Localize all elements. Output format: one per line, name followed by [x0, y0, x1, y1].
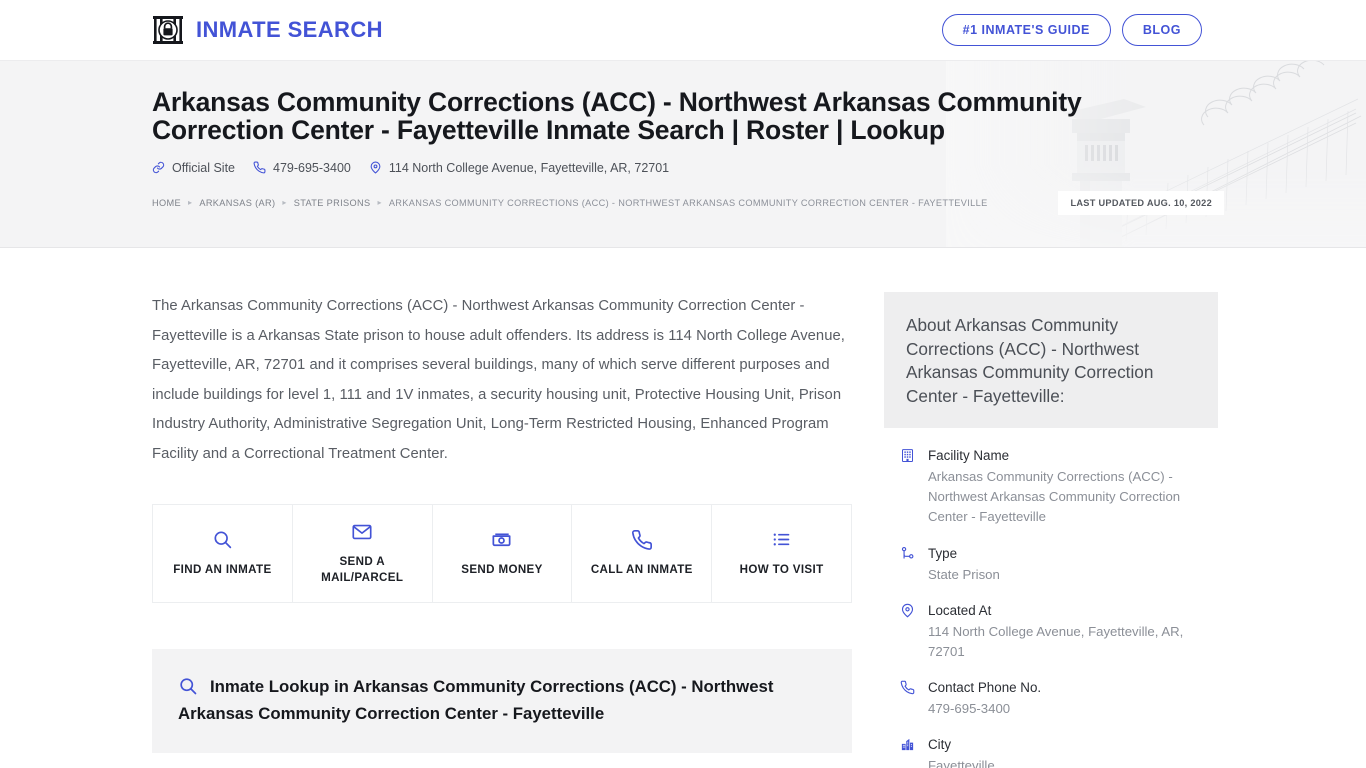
fact-value: 479-695-3400	[928, 701, 1011, 717]
fact-label: Type	[928, 545, 958, 561]
fact-body: Type State Prison	[928, 544, 1000, 585]
call-an-inmate-label: CALL AN INMATE	[590, 562, 693, 576]
breadcrumb-item-home[interactable]: HOME	[152, 198, 181, 208]
facility-intro-paragraph: The Arkansas Community Corrections (ACC)…	[152, 298, 845, 462]
main-column: The Arkansas Community Corrections (ACC)…	[152, 248, 852, 753]
location-pin-icon	[370, 161, 381, 174]
breadcrumb-item-current: ARKANSAS COMMUNITY CORRECTIONS (ACC) - N…	[388, 197, 988, 208]
fact-body: Facility Name Arkansas Community Correct…	[928, 446, 1204, 527]
send-mail-parcel-action[interactable]: SEND A MAIL/PARCEL	[293, 504, 433, 602]
send-mail-parcel-label: SEND A MAIL/PARCEL	[321, 554, 404, 584]
facility-facts-list: Facility Name Arkansas Community Correct…	[884, 428, 1218, 768]
find-an-inmate-action[interactable]: FIND AN INMATE	[153, 504, 293, 602]
list-icon	[771, 529, 792, 551]
about-facility-card: About Arkansas Community Corrections (AC…	[884, 292, 1218, 768]
how-to-visit-action[interactable]: HOW TO VISIT	[712, 505, 851, 602]
facility-building-icon	[898, 446, 916, 527]
blog-button[interactable]: BLOG	[1121, 13, 1202, 47]
fact-body: Contact Phone No. 479-695-3400	[928, 678, 1041, 719]
sidebar-column: About Arkansas Community Corrections (AC…	[884, 248, 1218, 768]
fact-value: State Prison	[928, 566, 1000, 582]
inmate-lookup-panel: Inmate Lookup in Arkansas Community Corr…	[152, 648, 852, 753]
search-icon	[212, 529, 233, 551]
breadcrumb-separator: ▸	[282, 198, 287, 208]
breadcrumb-item-state[interactable]: ARKANSAS (AR)	[199, 198, 275, 208]
inmate-lookup-heading: Inmate Lookup in Arkansas Community Corr…	[178, 673, 826, 727]
prison-bars-padlock-icon	[153, 16, 183, 44]
hero-phone-label: 479-695-3400	[273, 160, 351, 175]
fact-body: City Fayetteville	[928, 735, 995, 768]
fact-label: Contact Phone No.	[928, 679, 1042, 695]
search-icon	[180, 677, 197, 694]
about-facility-title: About Arkansas Community Corrections (AC…	[884, 292, 1218, 429]
fact-label: Located At	[928, 602, 992, 618]
hero-address-link[interactable]: 114 North College Avenue, Fayetteville, …	[369, 161, 669, 175]
fact-facility-name: Facility Name Arkansas Community Correct…	[898, 446, 1204, 527]
envelope-icon	[351, 521, 373, 543]
phone-icon	[898, 678, 916, 719]
how-to-visit-label: HOW TO VISIT	[739, 562, 824, 576]
org-branch-icon	[898, 544, 916, 585]
fact-located-at: Located At 114 North College Avenue, Fay…	[898, 601, 1204, 662]
breadcrumb-item-category[interactable]: STATE PRISONS	[294, 198, 371, 208]
brand-name: INMATE SEARCH	[196, 17, 383, 42]
quick-actions-bar: FIND AN INMATE SEND A MAIL/PARCEL SEND M…	[152, 503, 852, 603]
fact-label: Facility Name	[928, 448, 1010, 464]
send-money-action[interactable]: SEND MONEY	[433, 504, 573, 602]
inmate-lookup-heading-text: Inmate Lookup in Arkansas Community Corr…	[178, 676, 774, 723]
location-pin-icon	[898, 601, 916, 662]
phone-icon	[253, 161, 266, 174]
hero-meta-bar: Official Site 479-695-3400 114 North Col…	[152, 161, 1214, 175]
hero-address-label: 114 North College Avenue, Fayetteville, …	[388, 160, 670, 175]
call-an-inmate-action[interactable]: CALL AN INMATE	[572, 504, 713, 602]
find-an-inmate-label: FIND AN INMATE	[173, 562, 272, 576]
brand-logo-link[interactable]: INMATE SEARCH	[152, 14, 383, 46]
inmates-guide-button[interactable]: #1 INMATE'S GUIDE	[941, 13, 1111, 47]
fact-contact-phone: Contact Phone No. 479-695-3400	[898, 678, 1204, 719]
hero-content: Arkansas Community Corrections (ACC) - N…	[152, 87, 1224, 215]
last-updated-badge: LAST UPDATED AUG. 10, 2022	[1058, 190, 1224, 215]
page-title: Arkansas Community Corrections (ACC) - N…	[152, 87, 1082, 145]
fact-body: Located At 114 North College Avenue, Fay…	[928, 601, 1204, 662]
top-navigation-bar: INMATE SEARCH #1 INMATE'S GUIDE BLOG	[0, 0, 1366, 60]
fact-value: 114 North College Avenue, Fayetteville, …	[928, 623, 1184, 659]
hero-phone-link[interactable]: 479-695-3400	[253, 161, 351, 175]
fact-city: City Fayetteville	[898, 735, 1204, 768]
nav-action-group: #1 INMATE'S GUIDE BLOG	[941, 13, 1202, 47]
official-site-label: Official Site	[172, 160, 235, 175]
city-icon	[898, 735, 916, 768]
fact-type: Type State Prison	[898, 544, 1204, 585]
link-icon	[152, 161, 165, 174]
hero-section: Arkansas Community Corrections (ACC) - N…	[0, 60, 1366, 248]
fact-value: Arkansas Community Corrections (ACC) - N…	[928, 469, 1181, 525]
send-money-label: SEND MONEY	[461, 562, 543, 576]
breadcrumb-separator: ▸	[377, 198, 382, 208]
fact-label: City	[928, 737, 952, 753]
breadcrumb: HOME ▸ ARKANSAS (AR) ▸ STATE PRISONS ▸ A…	[152, 190, 1224, 215]
breadcrumb-separator: ▸	[187, 198, 193, 208]
fact-value: Fayetteville	[928, 758, 995, 768]
official-site-link[interactable]: Official Site	[152, 161, 235, 175]
money-icon	[490, 529, 513, 551]
phone-icon	[631, 529, 653, 551]
page-body: The Arkansas Community Corrections (ACC)…	[0, 248, 1366, 768]
